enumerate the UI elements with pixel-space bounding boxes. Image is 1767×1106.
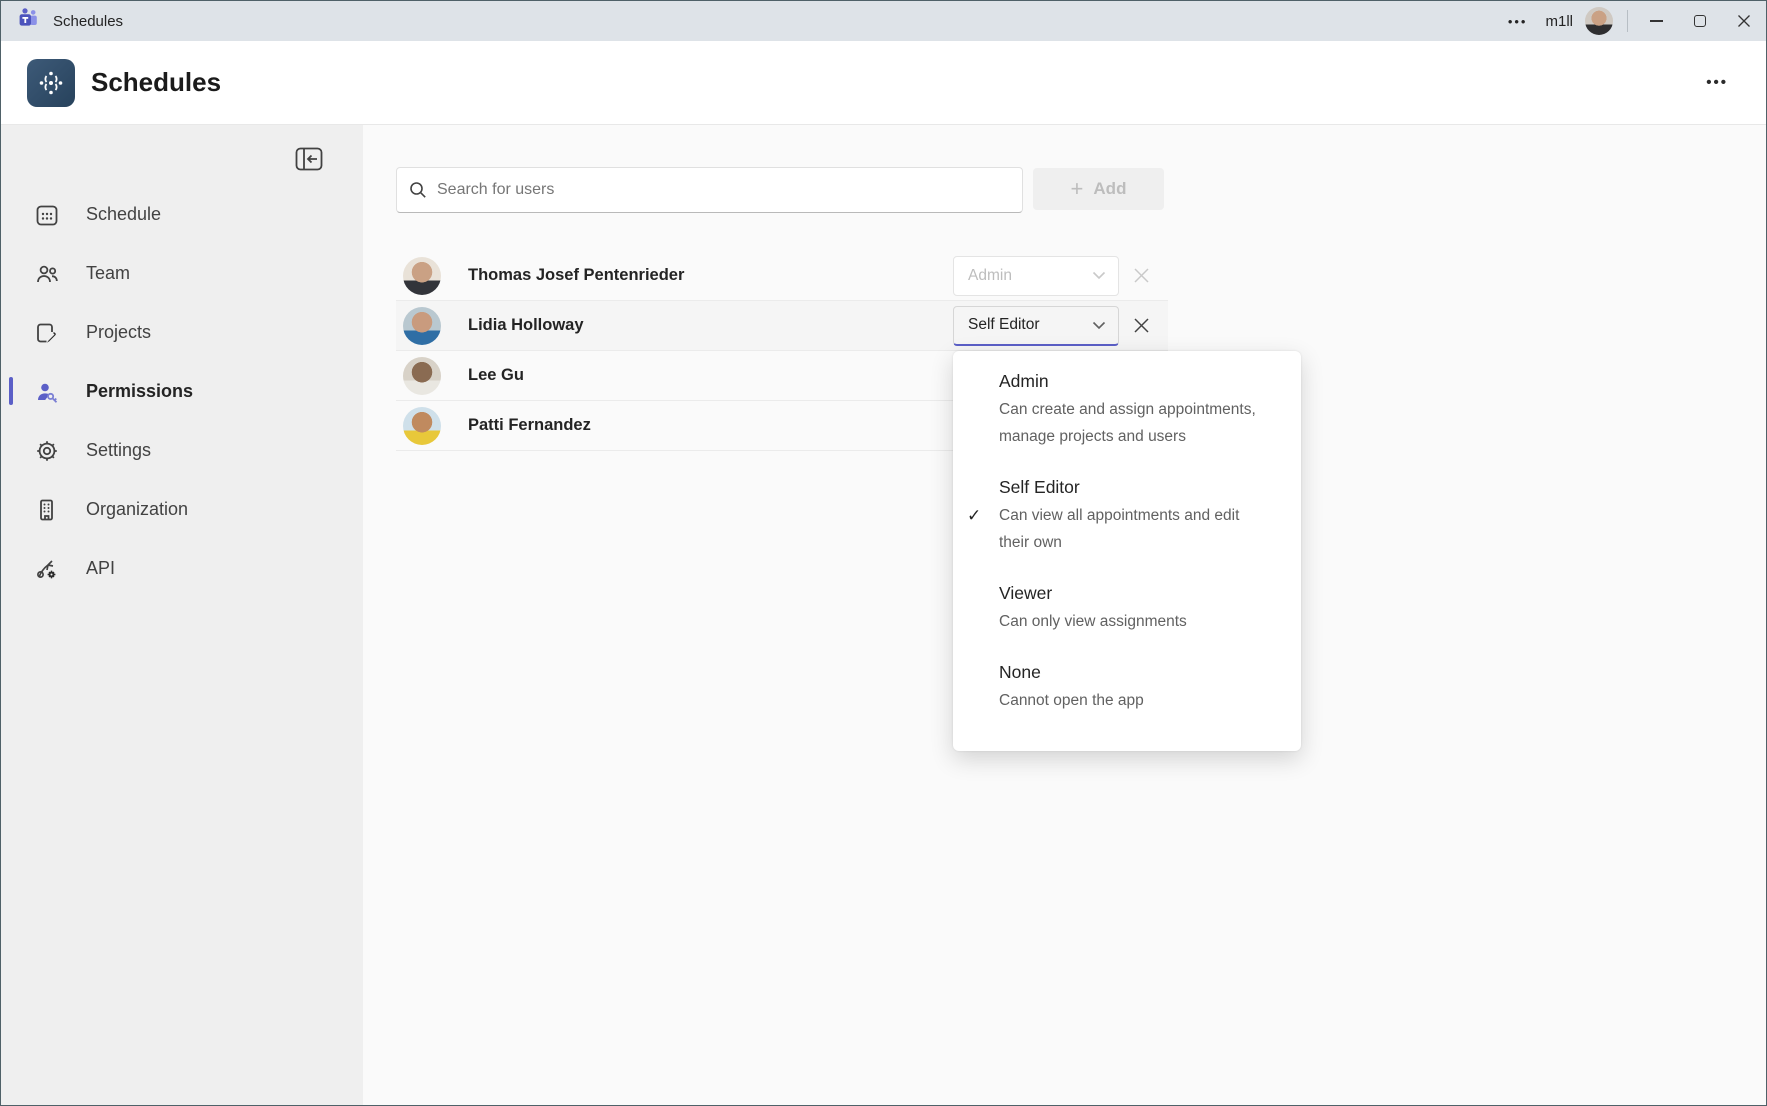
add-button-label: Add [1093,179,1126,199]
teams-logo-icon [17,7,41,36]
role-option-title: Admin [999,369,1273,393]
user-avatar [403,307,441,345]
close-icon [1737,14,1751,28]
user-name: Lidia Holloway [468,316,953,335]
user-avatar [403,357,441,395]
close-icon [1133,267,1150,284]
role-dropdown[interactable]: Admin [953,256,1119,296]
main-content: + Add Thomas Josef Pentenrieder Admin [363,125,1766,1105]
header-more-button[interactable]: ••• [1698,66,1736,99]
role-dropdown-value: Self Editor [968,316,1040,334]
active-indicator [9,377,13,405]
api-plug-gear-icon [34,556,60,582]
user-row-thomas: Thomas Josef Pentenrieder Admin [396,251,1168,301]
sidebar-item-projects[interactable]: Projects [1,303,363,362]
body-row: Schedule Team Projects [1,125,1766,1105]
role-option-description: Can create and assign appointments, mana… [999,396,1273,450]
gear-icon [34,438,60,464]
sidebar: Schedule Team Projects [1,125,363,1105]
calendar-icon [34,202,60,228]
titlebar-left: Schedules [17,7,123,36]
remove-user-button[interactable] [1129,314,1153,338]
sidebar-item-settings[interactable]: Settings [1,421,363,480]
compass-flower-icon [36,68,66,98]
role-option-self-editor[interactable]: ✓ Self Editor Can view all appointments … [953,475,1301,556]
role-dropdown-open[interactable]: Self Editor [953,306,1119,346]
clipboard-pencil-icon [34,320,60,346]
plus-icon: + [1071,178,1084,200]
role-option-description: Cannot open the app [999,687,1273,714]
titlebar-user-avatar[interactable] [1585,7,1613,35]
schedules-app-logo [27,59,75,107]
sidebar-item-schedule[interactable]: Schedule [1,185,363,244]
user-avatar [403,257,441,295]
os-titlebar: Schedules ••• m1ll [1,1,1766,41]
people-icon [34,261,60,287]
sidebar-item-permissions[interactable]: Permissions [1,362,363,421]
role-option-description: Can only view assignments [999,608,1273,635]
role-option-viewer[interactable]: Viewer Can only view assignments [953,581,1301,635]
user-name: Thomas Josef Pentenrieder [468,266,953,285]
maximize-button[interactable] [1678,1,1722,41]
chevron-down-icon [1092,271,1106,280]
person-key-icon [34,379,60,405]
remove-user-button[interactable] [1129,264,1153,288]
app-window: Schedules ••• m1ll [0,0,1767,1106]
sidebar-collapse-button[interactable] [295,147,323,171]
check-icon: ✓ [967,506,981,526]
user-row-lidia: Lidia Holloway Self Editor [396,301,1168,351]
titlebar-more-button[interactable]: ••• [1494,14,1542,29]
sidebar-item-label: Permissions [86,381,193,402]
sidebar-item-label: Schedule [86,204,161,225]
sidebar-item-label: API [86,558,115,579]
user-avatar [403,407,441,445]
role-option-admin[interactable]: Admin Can create and assign appointments… [953,369,1301,450]
building-icon [34,497,60,523]
add-user-button[interactable]: + Add [1033,168,1164,210]
chevron-down-icon [1092,321,1106,330]
page-title: Schedules [91,67,221,98]
role-option-title: Viewer [999,581,1273,605]
search-input[interactable] [437,181,1010,199]
app-header: Schedules ••• [1,41,1766,125]
maximize-icon [1694,15,1706,27]
titlebar-divider [1627,10,1628,32]
close-icon [1133,317,1150,334]
sidebar-item-label: Projects [86,322,151,343]
sidebar-nav-list: Schedule Team Projects [1,185,363,598]
sidebar-item-label: Team [86,263,130,284]
search-box[interactable] [396,167,1023,213]
titlebar-right: ••• m1ll [1494,1,1766,41]
titlebar-account-name: m1ll [1545,13,1573,30]
role-option-description: Can view all appointments and edit their… [999,502,1273,556]
sidebar-item-api[interactable]: API [1,539,363,598]
sidebar-item-label: Organization [86,499,188,520]
minimize-icon [1650,20,1663,22]
role-option-none[interactable]: None Cannot open the app [953,660,1301,714]
role-option-title: None [999,660,1273,684]
search-icon [409,181,427,199]
toolbar: + Add [396,167,1766,213]
role-option-title: Self Editor [999,475,1273,499]
sidebar-item-organization[interactable]: Organization [1,480,363,539]
collapse-panel-icon [295,147,323,171]
close-button[interactable] [1722,1,1766,41]
sidebar-item-label: Settings [86,440,151,461]
role-menu-popup: Admin Can create and assign appointments… [953,351,1301,751]
titlebar-app-name: Schedules [53,13,123,30]
minimize-button[interactable] [1634,1,1678,41]
role-dropdown-value: Admin [968,267,1012,285]
sidebar-item-team[interactable]: Team [1,244,363,303]
